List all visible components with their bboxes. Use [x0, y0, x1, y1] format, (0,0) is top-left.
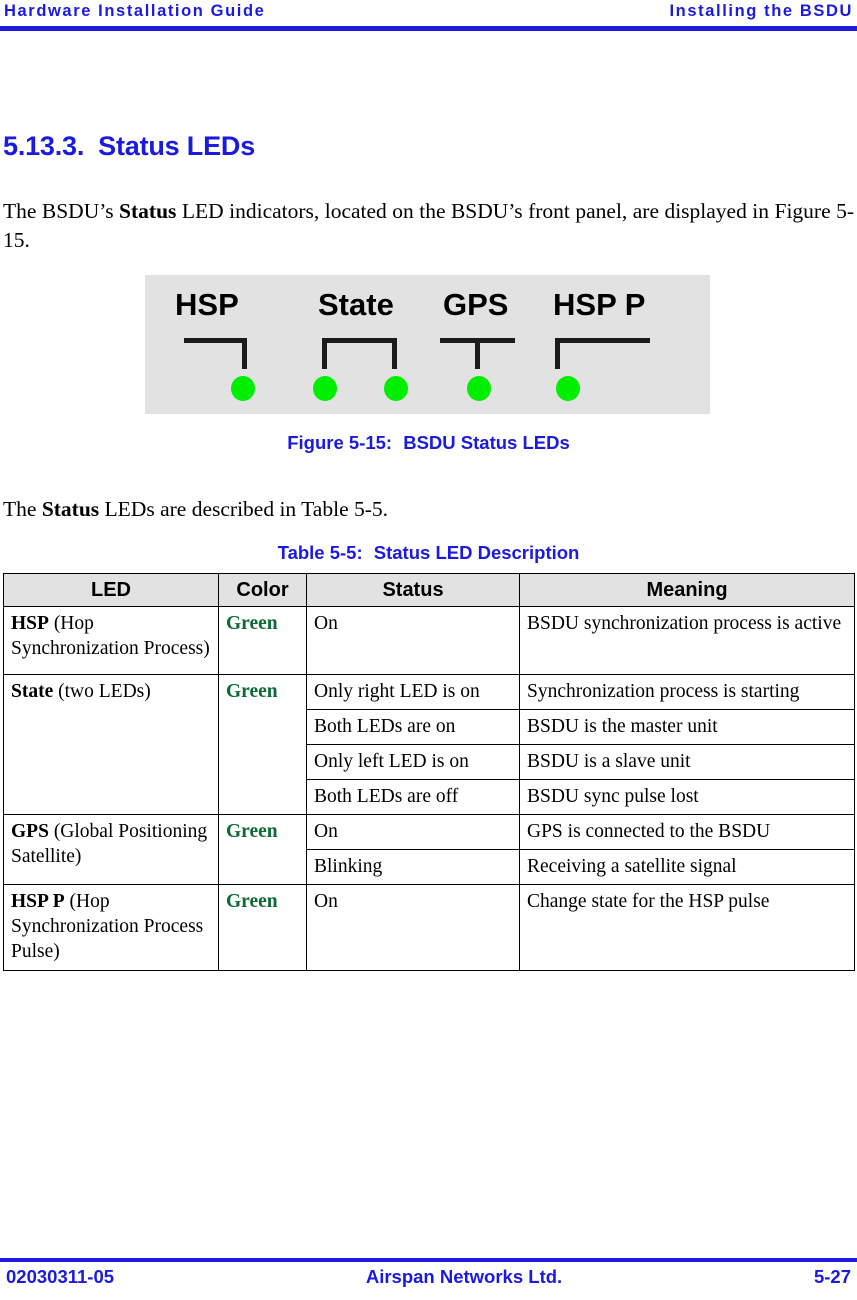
- led-indicator-gps: [467, 376, 491, 401]
- bracket-gps-stem-center: [475, 338, 480, 369]
- header-left-title: Hardware Installation Guide: [4, 2, 266, 20]
- tableref-emphasis-status: Status: [41, 497, 100, 521]
- footer-page-number: 5-27: [813, 1266, 851, 1287]
- table-row: HSP P (Hop Synchronization Process Pulse…: [3, 884, 855, 971]
- header-right-title: Installing the BSDU: [669, 2, 853, 20]
- table-caption-label: Table 5-5:: [277, 542, 363, 563]
- cell-status: On: [306, 814, 520, 850]
- intro-emphasis-status: Status: [119, 199, 177, 223]
- table-row: State (two LEDs) Green Only right LED is o…: [3, 674, 855, 815]
- led-name-bold: GPS: [11, 821, 49, 842]
- figure-label-gps: GPS: [443, 287, 509, 322]
- section-number: 5.13.3.: [3, 131, 85, 161]
- bracket-hsp-p-stem-left: [555, 338, 560, 369]
- cell-led-name: State (two LEDs): [3, 674, 219, 815]
- cell-status: Blinking: [306, 849, 520, 885]
- led-name-bold: State: [11, 681, 54, 702]
- figure-caption-text: BSDU Status LEDs: [403, 432, 570, 453]
- cell-color: Green: [218, 814, 307, 885]
- table-body: HSP (Hop Synchronization Process) Green On…: [3, 606, 855, 971]
- cell-meaning: Change state for the HSP pulse: [519, 884, 855, 971]
- led-indicator-state-left: [313, 376, 337, 401]
- led-indicator-state-right: [384, 376, 408, 401]
- table-reference-paragraph: The Status LEDs are described in Table 5…: [3, 495, 854, 524]
- led-name-expansion: (two LEDs): [53, 681, 151, 702]
- column-header-led: LED: [3, 573, 219, 607]
- figure-caption-label: Figure 5-15:: [287, 432, 393, 453]
- cell-led-name: HSP (Hop Synchronization Process): [3, 606, 219, 675]
- figure-label-state: State: [318, 287, 394, 322]
- cell-led-name: GPS (Global Positioning Satellite): [3, 814, 219, 885]
- cell-status: On: [306, 884, 520, 971]
- header-rule: [0, 26, 857, 31]
- led-name-bold: HSP P: [11, 891, 65, 912]
- page-title: 5.13.3. Status LEDs: [3, 131, 255, 162]
- cell-meaning: BSDU is the master unit: [519, 709, 855, 745]
- status-led-description-table: LED Color Status Meaning HSP (Hop Synchr…: [3, 573, 855, 971]
- footer-document-number: 02030311-05: [6, 1266, 115, 1287]
- cell-status: Only right LED is on: [306, 674, 520, 710]
- cell-meaning: BSDU sync pulse lost: [519, 779, 855, 815]
- led-indicator-hsp-p: [556, 376, 580, 401]
- section-title-text: Status LEDs: [98, 131, 256, 161]
- bracket-hsp-stem-right: [242, 338, 247, 369]
- table-caption-text: Status LED Description: [373, 542, 580, 563]
- cell-status: Both LEDs are on: [306, 709, 520, 745]
- table-row: HSP (Hop Synchronization Process) Green On…: [3, 606, 855, 675]
- led-name-bold: HSP: [11, 613, 49, 634]
- bracket-state: [322, 338, 397, 369]
- cell-color: Green: [218, 884, 307, 971]
- footer-company-name: Airspan Networks Ltd.: [365, 1266, 563, 1287]
- bracket-hsp: [184, 338, 247, 369]
- figure-label-hsp: HSP: [175, 287, 239, 322]
- cell-meaning: Receiving a satellite signal: [519, 849, 855, 885]
- bracket-gps: [440, 338, 515, 369]
- tableref-text-b: LEDs are described in Table 5-5.: [99, 497, 389, 521]
- bracket-hsp-p-bar: [555, 338, 650, 343]
- cell-color: Green: [218, 674, 307, 815]
- figure-label-hsp-p: HSP P: [553, 287, 646, 322]
- cell-meaning: GPS is connected to the BSDU: [519, 814, 855, 850]
- figure-caption: Figure 5-15: BSDU Status LEDs: [0, 432, 857, 454]
- cell-meaning: BSDU synchronization process is active: [519, 606, 855, 675]
- intro-text-a: The BSDU’s: [3, 199, 120, 223]
- bracket-hsp-bar: [184, 338, 247, 343]
- column-header-color: Color: [218, 573, 307, 607]
- bracket-state-stem-right: [392, 338, 397, 369]
- led-indicator-hsp: [231, 376, 255, 401]
- bracket-hsp-p: [555, 338, 650, 369]
- table-header-row: LED Color Status Meaning: [3, 573, 855, 607]
- cell-meaning: BSDU is a slave unit: [519, 744, 855, 780]
- tableref-text-a: The: [3, 497, 42, 521]
- cell-status: Both LEDs are off: [306, 779, 520, 815]
- column-header-status: Status: [306, 573, 520, 607]
- bracket-state-bar: [322, 338, 397, 343]
- intro-paragraph: The BSDU’s Status LED indicators, locate…: [3, 197, 854, 255]
- bracket-state-stem-left: [322, 338, 327, 369]
- cell-meaning: Synchronization process is starting: [519, 674, 855, 710]
- footer-rule: [0, 1258, 857, 1262]
- cell-led-name: HSP P (Hop Synchronization Process Pulse…: [3, 884, 219, 971]
- cell-status: Only left LED is on: [306, 744, 520, 780]
- bsdu-front-panel-figure: HSP State GPS HSP P: [145, 275, 710, 414]
- cell-color: Green: [218, 606, 307, 675]
- table-caption: Table 5-5: Status LED Description: [0, 542, 857, 564]
- page-footer: 02030311-05 Airspan Networks Ltd. 5-27: [0, 1266, 857, 1288]
- table-row: GPS (Global Positioning Satellite) Green O…: [3, 814, 855, 885]
- column-header-meaning: Meaning: [519, 573, 855, 607]
- cell-status: On: [306, 606, 520, 675]
